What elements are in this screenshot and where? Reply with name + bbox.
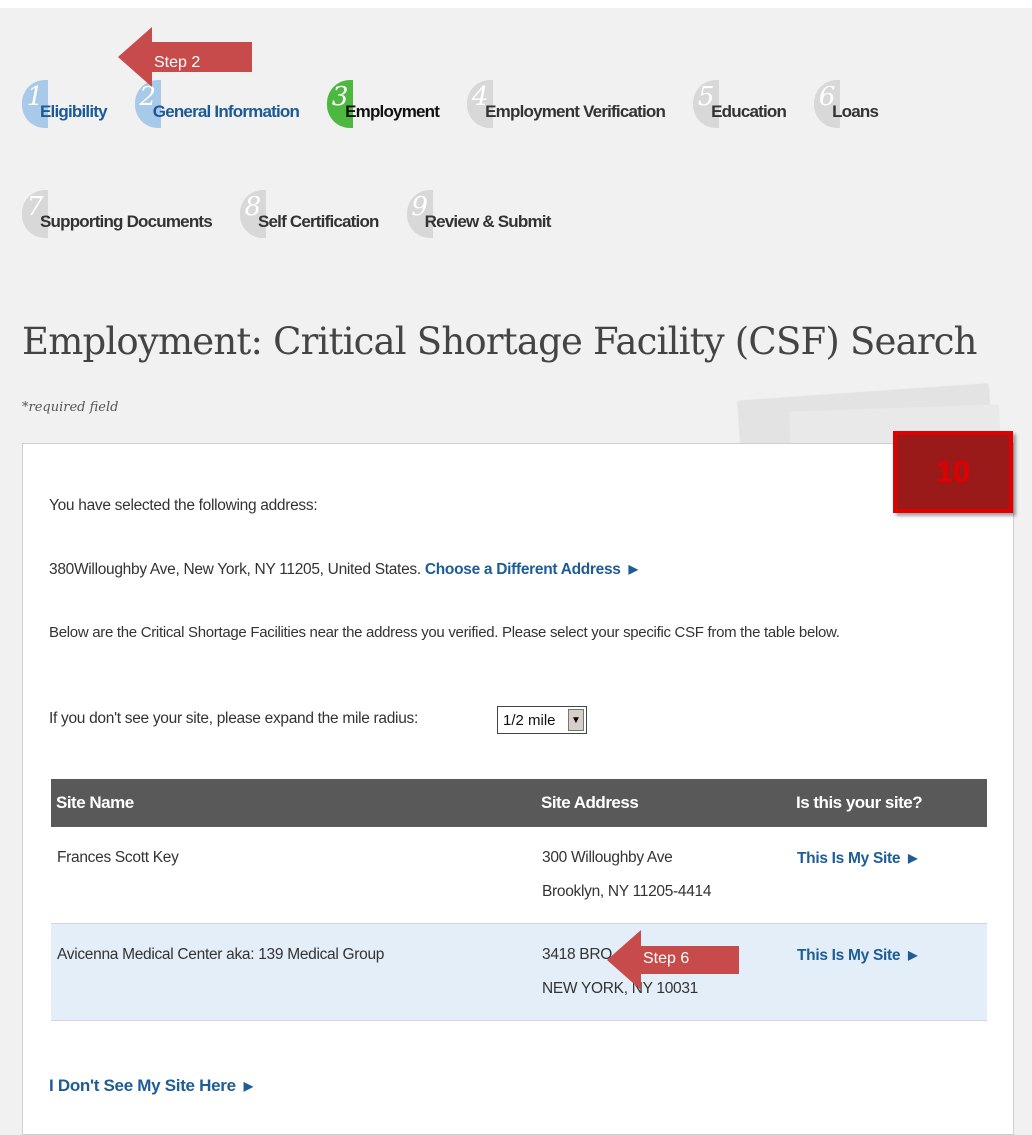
step-supporting-documents[interactable]: 7 Supporting Documents — [22, 190, 213, 238]
i-dont-see-my-site-link[interactable]: I Don't See My Site Here ▶ — [49, 1076, 253, 1095]
step-label: Education — [711, 102, 787, 121]
play-arrow-icon: ▶ — [243, 1079, 253, 1093]
this-is-my-site-link[interactable]: This Is My Site ▶ — [797, 850, 917, 867]
step-label: Employment Verification — [485, 102, 666, 121]
table-row: Avicenna Medical Center aka: 139 Medical… — [51, 923, 987, 1021]
mile-radius-value: 1/2 mile — [503, 711, 556, 729]
address-line-2: NEW YORK, NY 10031 — [542, 980, 698, 997]
this-is-my-site-link[interactable]: This Is My Site ▶ — [797, 947, 917, 964]
step-employment[interactable]: 3 Employment — [327, 80, 440, 128]
column-header-site-name: Site Name — [51, 779, 536, 827]
progress-steps-row-1: 1 Eligibility 2 General Information 3 Em… — [22, 80, 906, 128]
column-header-is-your-site: Is this your site? — [791, 779, 987, 827]
site-action-cell: This Is My Site ▶ — [791, 827, 987, 924]
selected-address: 380Willoughby Ave, New York, NY 11205, U… — [49, 561, 421, 578]
step-label: Self Certification — [257, 212, 379, 231]
step-label: Loans — [832, 102, 879, 121]
page-title: Employment: Critical Shortage Facility (… — [22, 320, 978, 363]
progress-steps-row-2: 7 Supporting Documents 8 Self Certificat… — [22, 190, 579, 238]
left-arrow-icon — [607, 930, 641, 990]
table-header-row: Site Name Site Address Is this your site… — [51, 779, 987, 827]
column-header-site-address: Site Address — [536, 779, 791, 827]
step-label: Review & Submit — [424, 212, 552, 231]
not-here-line: I Don't See My Site Here ▶ — [49, 1076, 253, 1096]
address-line-1: 300 Willoughby Ave — [542, 849, 673, 866]
csf-search-panel: You have selected the following address:… — [22, 443, 1014, 1135]
step-loans[interactable]: 6 Loans — [814, 80, 879, 128]
step-general-information[interactable]: 2 General Information — [134, 80, 300, 128]
play-arrow-icon: ▶ — [908, 948, 918, 962]
step-label: General Information — [152, 102, 300, 121]
facilities-instructions: Below are the Critical Shortage Faciliti… — [49, 624, 840, 641]
link-label: This Is My Site — [797, 850, 901, 867]
top-border — [0, 0, 1032, 8]
dropdown-arrow-icon[interactable]: ▼ — [568, 709, 584, 731]
site-name: Frances Scott Key — [51, 827, 536, 924]
link-label: I Don't See My Site Here — [49, 1076, 236, 1095]
callout-label: Step 6 — [643, 950, 690, 967]
step-label: Eligibility — [40, 102, 108, 121]
radius-label: If you don't see your site, please expan… — [49, 710, 418, 727]
csf-sites-table: Site Name Site Address Is this your site… — [51, 779, 987, 1021]
callout-label: Step 2 — [154, 54, 201, 71]
step-label: Supporting Documents — [40, 212, 213, 231]
step-education[interactable]: 5 Education — [693, 80, 787, 128]
site-address: 300 Willoughby Ave Brooklyn, NY 11205-44… — [536, 827, 791, 924]
selected-address-line: 380Willoughby Ave, New York, NY 11205, U… — [49, 561, 638, 579]
left-arrow-icon — [118, 27, 152, 87]
step-eligibility[interactable]: 1 Eligibility — [22, 80, 108, 128]
table-row: Frances Scott Key 300 Willoughby Ave Bro… — [51, 827, 987, 924]
annotation-number-badge: 10 — [893, 431, 1013, 513]
selected-address-intro: You have selected the following address: — [49, 497, 318, 514]
mile-radius-select[interactable]: 1/2 mile ▼ — [497, 706, 587, 734]
step-self-certification[interactable]: 8 Self Certification — [239, 190, 379, 238]
site-action-cell: This Is My Site ▶ — [791, 923, 987, 1021]
step-employment-verification[interactable]: 4 Employment Verification — [467, 80, 666, 128]
link-label: Choose a Different Address — [424, 561, 621, 578]
link-label: This Is My Site — [797, 947, 901, 964]
choose-different-address-link[interactable]: Choose a Different Address ▶ — [425, 561, 638, 578]
required-field-note: *required field — [22, 400, 119, 415]
play-arrow-icon: ▶ — [908, 851, 918, 865]
site-name: Avicenna Medical Center aka: 139 Medical… — [51, 923, 536, 1021]
step-review-submit[interactable]: 9 Review & Submit — [406, 190, 552, 238]
play-arrow-icon: ▶ — [628, 562, 638, 576]
address-line-2: Brooklyn, NY 11205-4414 — [542, 883, 712, 900]
step-label: Employment — [345, 102, 440, 121]
